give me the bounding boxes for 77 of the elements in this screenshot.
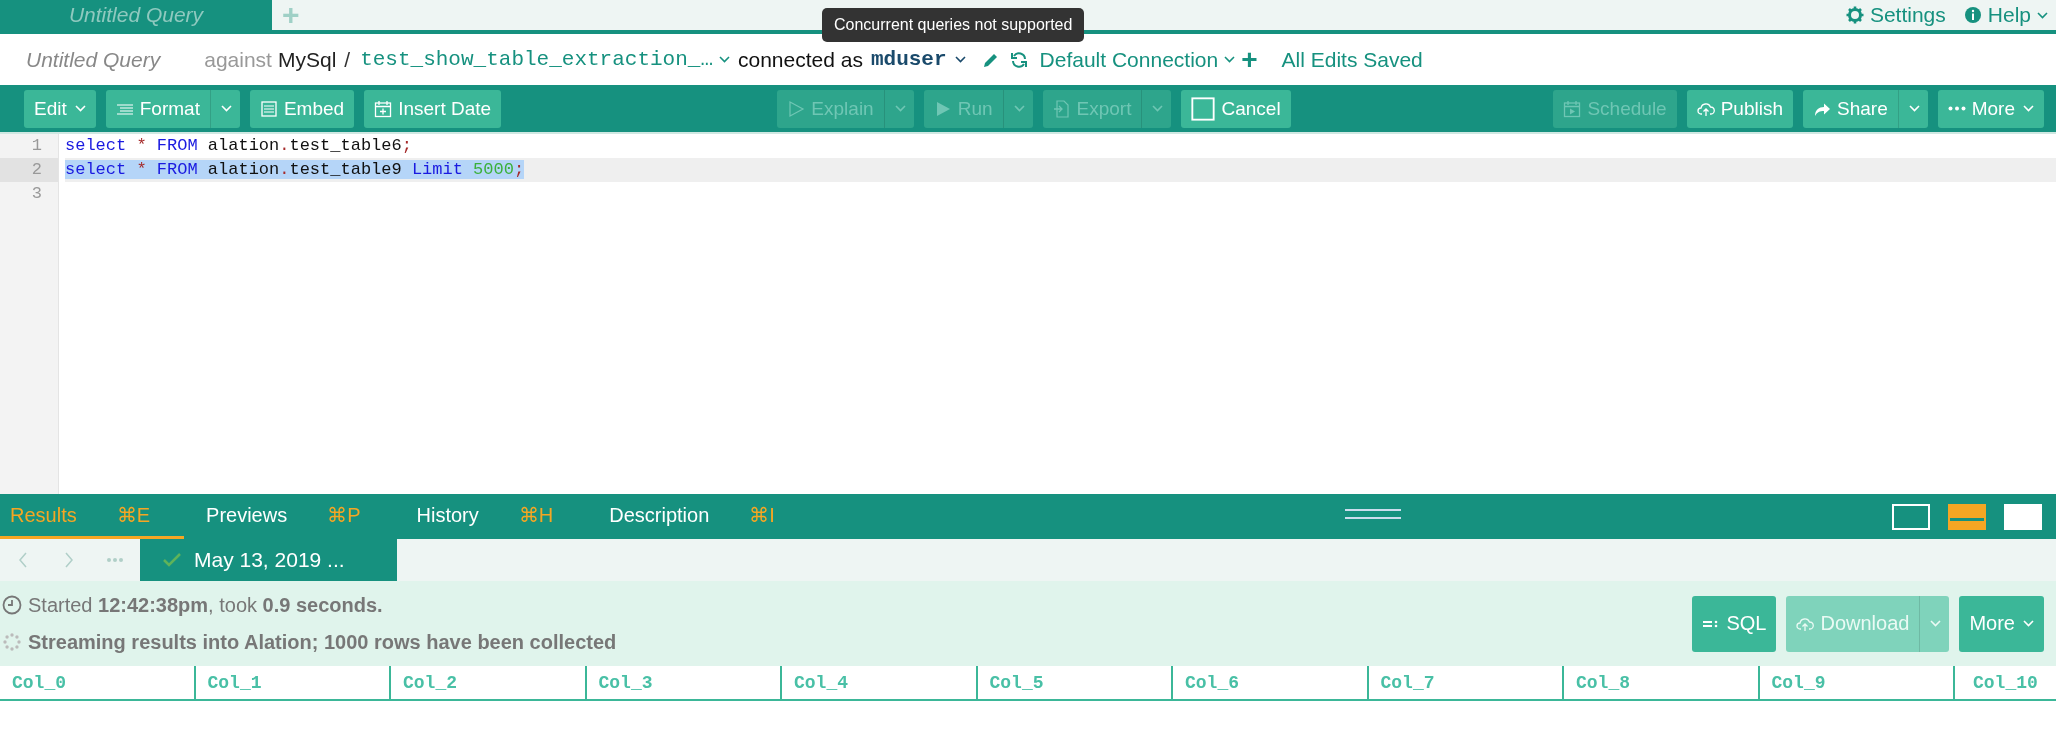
resize-handle[interactable] [1345,509,1401,519]
column-header[interactable]: Col_5 [977,666,1173,699]
column-header[interactable]: Col_3 [586,666,782,699]
publish-button[interactable]: Publish [1686,89,1793,128]
user-dropdown[interactable]: mduser [870,48,966,71]
line-number: 1 [30,135,43,157]
caret-icon [1152,105,1164,112]
query-tab[interactable]: Untitled Query [0,0,272,30]
column-header[interactable]: Col_2 [391,666,587,699]
more-button[interactable]: More [1959,595,2044,652]
database-name: MySql [277,47,337,72]
sql-button[interactable]: SQL [1692,595,1777,652]
caret-icon [1930,620,1942,627]
check-icon [162,552,182,568]
edit-button[interactable]: Edit [24,89,96,128]
chevron-left-icon [18,552,28,568]
against-label: against [204,47,272,72]
settings-icon [1845,6,1864,24]
settings-link[interactable]: Settings [1845,3,1946,27]
dots-icon [106,557,124,563]
streaming-status: Streaming results into Alation; 1000 rows have been collected [28,630,617,654]
column-header[interactable]: Col_9 [1759,666,1955,699]
export-icon [1052,99,1071,118]
dots-icon [1947,106,1966,111]
play-icon [787,99,806,118]
column-header[interactable]: Col_4 [782,666,978,699]
query-title: Untitled Query [26,47,161,72]
clock-icon [2,595,22,615]
embed-icon [259,99,278,118]
more-button[interactable]: More [1937,89,2044,128]
loading-spinner-icon [2,632,22,652]
add-tab-button[interactable]: + [272,0,310,30]
caret-icon [2023,620,2034,627]
add-connection-button[interactable]: + [1235,43,1258,76]
column-header[interactable]: Col_0 [0,666,196,699]
column-header[interactable]: Col_7 [1368,666,1564,699]
connected-as-label: connected as [738,47,863,72]
run-tab[interactable]: May 13, 2019 ... [140,539,397,581]
save-status: All Edits Saved [1281,47,1423,72]
format-button[interactable]: Format [105,89,240,128]
caret-icon [719,56,730,63]
results-panel-tab[interactable]: Previews ⌘P [196,494,395,539]
share-button[interactable]: Share [1803,89,1928,128]
column-header[interactable]: Col_10 [1955,666,2056,699]
started-text: Started 12:42:38pm, took 0.9 seconds. [28,593,383,617]
line-number: 2 [0,158,58,182]
caret-icon [1224,56,1236,63]
caret-icon [2037,11,2048,19]
caret-icon [1908,105,1920,112]
insert-date-button[interactable]: Insert Date [364,89,502,128]
calendar-icon [374,99,393,118]
info-icon [1963,6,1982,24]
tooltip: Concurrent queries not supported [822,8,1085,42]
cancel-button[interactable]: Cancel [1181,89,1291,128]
caret-icon [1013,105,1025,112]
caret-icon [2023,105,2034,112]
help-link[interactable]: Help [1963,3,2048,27]
column-header[interactable]: Col_8 [1564,666,1760,699]
column-header[interactable]: Col_1 [195,666,391,699]
embed-button[interactable]: Embed [249,89,355,128]
line-number: 3 [30,183,43,205]
caret-icon [220,105,232,112]
code-line: select * FROM alation.test_table6; [65,136,412,155]
layout-toggle[interactable] [1948,503,1986,530]
results-panel-tab[interactable]: Description ⌘I [599,494,809,539]
separator: / [344,47,351,72]
checkbox-icon [1191,96,1216,121]
calendar-play-icon [1563,99,1582,118]
chevron-right-icon [64,552,74,568]
connection-dropdown[interactable]: Default Connection [1039,47,1236,72]
caret-icon [74,105,86,112]
column-header[interactable]: Col_6 [1173,666,1369,699]
caret-icon [894,105,906,112]
caret-icon [954,56,966,63]
schema-dropdown[interactable]: test_show_table_extraction_… [360,48,730,71]
refresh-icon[interactable] [1009,50,1028,69]
results-panel-tab[interactable]: History ⌘H [406,494,588,539]
